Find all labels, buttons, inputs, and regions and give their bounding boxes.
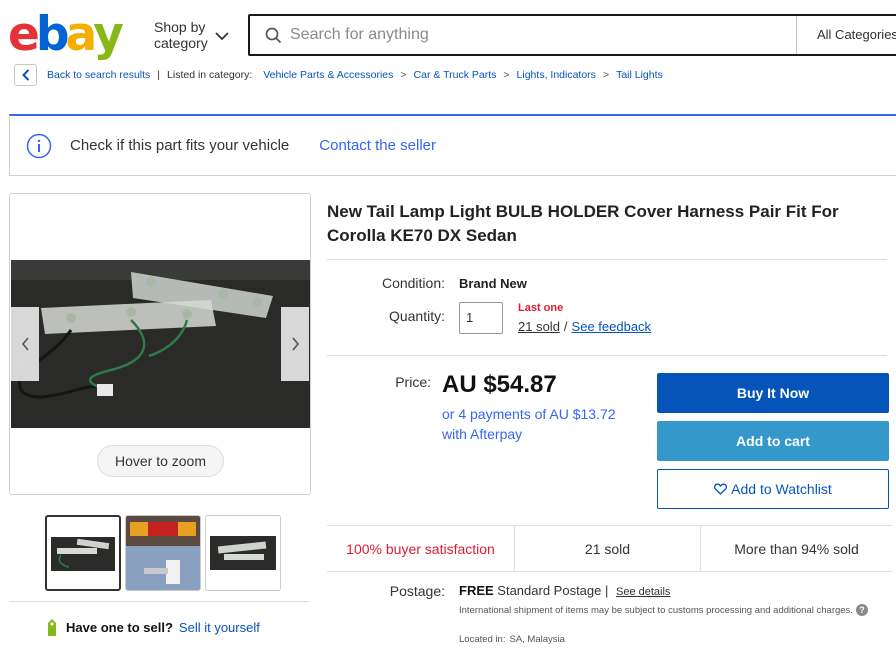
see-feedback-link[interactable]: See feedback — [572, 319, 652, 334]
back-button[interactable] — [14, 64, 37, 86]
have-one-to-sell-label: Have one to sell? — [66, 619, 173, 635]
title-divider — [327, 259, 887, 260]
sold-feedback-line: 21 sold / See feedback — [518, 319, 651, 334]
main-product-image[interactable] — [11, 260, 310, 428]
sell-one-row: Have one to sell? Sell it yourself — [45, 617, 260, 637]
search-icon — [250, 27, 290, 44]
thumbnail-2[interactable] — [125, 515, 201, 591]
thumbnail-1[interactable] — [45, 515, 121, 591]
sold-percent: More than 94% sold — [734, 540, 859, 557]
previous-image-button[interactable] — [11, 307, 39, 381]
breadcrumb-item[interactable]: Car & Truck Parts — [414, 69, 497, 81]
breadcrumb-arrow: > — [602, 69, 610, 81]
add-to-watchlist-button[interactable]: Add to Watchlist — [657, 469, 889, 509]
condition-value: Brand New — [459, 276, 527, 291]
ebay-logo[interactable]: e b a y — [8, 7, 124, 62]
thumbnail-image — [51, 537, 115, 571]
contact-seller-link[interactable]: Contact the seller — [319, 137, 436, 154]
gallery-divider — [9, 601, 309, 602]
category-select[interactable]: All Categories — [796, 16, 896, 54]
quantity-divider — [327, 355, 887, 356]
breadcrumb-divider: | — [157, 69, 161, 81]
price-value: AU $54.87 — [442, 371, 557, 398]
fitment-bar: Check if this part fits your vehicle Con… — [9, 114, 896, 176]
check-fit-link[interactable]: Check if this part fits your vehicle — [70, 137, 289, 154]
postage-label: Postage: — [389, 583, 445, 599]
price-tag-icon — [48, 619, 56, 636]
slash-divider: / — [563, 319, 568, 334]
condition-label: Condition: — [381, 275, 445, 291]
quantity-label: Quantity: — [388, 308, 445, 324]
breadcrumb-item[interactable]: Vehicle Parts & Accessories — [263, 69, 393, 81]
item-title: New Tail Lamp Light BULB HOLDER Cover Ha… — [327, 202, 839, 245]
sell-it-yourself-link[interactable]: Sell it yourself — [179, 620, 260, 635]
last-one-notice: Last one — [518, 302, 564, 314]
listed-in-category-label: Listed in category: — [167, 69, 253, 81]
international-shipment-note: International shipment of items may be s… — [459, 604, 894, 617]
free-postage: FREE — [459, 583, 494, 598]
back-to-search-link[interactable]: Back to search results — [47, 69, 150, 81]
quantity-input[interactable]: 1 — [459, 302, 503, 334]
shop-by-category-button[interactable]: Shop by category — [154, 19, 229, 51]
postage-service: Standard Postage | — [497, 583, 609, 598]
breadcrumb-item[interactable]: Tail Lights — [616, 69, 663, 81]
thumbnail-strip — [45, 515, 281, 591]
buy-it-now-button[interactable]: Buy It Now — [657, 373, 889, 413]
sold-count-link[interactable]: 21 sold — [518, 319, 560, 334]
logo-letter-e: e — [8, 7, 40, 62]
international-note-text: International shipment of items may be s… — [459, 605, 853, 616]
chevron-down-icon — [215, 31, 229, 40]
chevron-left-icon — [21, 69, 29, 81]
shop-by-category-label: Shop by category — [154, 19, 208, 51]
seller-stats-bar: 100% buyer satisfaction 21 sold More tha… — [327, 525, 892, 572]
afterpay-link[interactable]: or 4 payments of AU $13.72 with Afterpay — [442, 404, 622, 444]
breadcrumb-item[interactable]: Lights, Indicators — [517, 69, 596, 81]
sold-count: 21 sold — [515, 526, 701, 571]
postage-line: FREE Standard Postage | See details — [459, 583, 670, 598]
thumbnail-image — [210, 536, 276, 570]
price-label: Price: — [395, 374, 431, 390]
watchlist-label: Add to Watchlist — [731, 481, 832, 497]
item-location: Located in: SA, Malaysia — [459, 634, 565, 645]
located-in-value: SA, Malaysia — [509, 634, 565, 645]
see-details-link[interactable]: See details — [616, 586, 670, 598]
logo-letter-a: a — [65, 7, 98, 62]
image-gallery: Hover to zoom — [9, 193, 311, 495]
located-in-label: Located in: — [459, 634, 506, 645]
next-image-button[interactable] — [281, 307, 309, 381]
add-to-cart-button[interactable]: Add to cart — [657, 421, 889, 461]
buyer-satisfaction: 100% buyer satisfaction — [327, 526, 515, 571]
info-icon — [26, 133, 52, 158]
heart-icon — [714, 483, 728, 495]
chevron-right-icon — [291, 337, 299, 351]
search-input[interactable] — [290, 17, 790, 53]
breadcrumb-arrow: > — [400, 69, 407, 81]
product-photo — [11, 260, 310, 428]
logo-letter-b: b — [35, 7, 70, 62]
help-icon[interactable]: ? — [855, 604, 868, 617]
search-bar: All Categories — [248, 14, 896, 56]
chevron-left-icon — [21, 337, 29, 351]
thumbnail-image — [126, 516, 200, 590]
breadcrumb: Back to search results | Listed in categ… — [14, 64, 663, 86]
thumbnail-3[interactable] — [205, 515, 281, 591]
breadcrumb-arrow: > — [503, 69, 510, 81]
logo-letter-y: y — [93, 7, 124, 62]
hover-to-zoom-button[interactable]: Hover to zoom — [97, 445, 224, 477]
